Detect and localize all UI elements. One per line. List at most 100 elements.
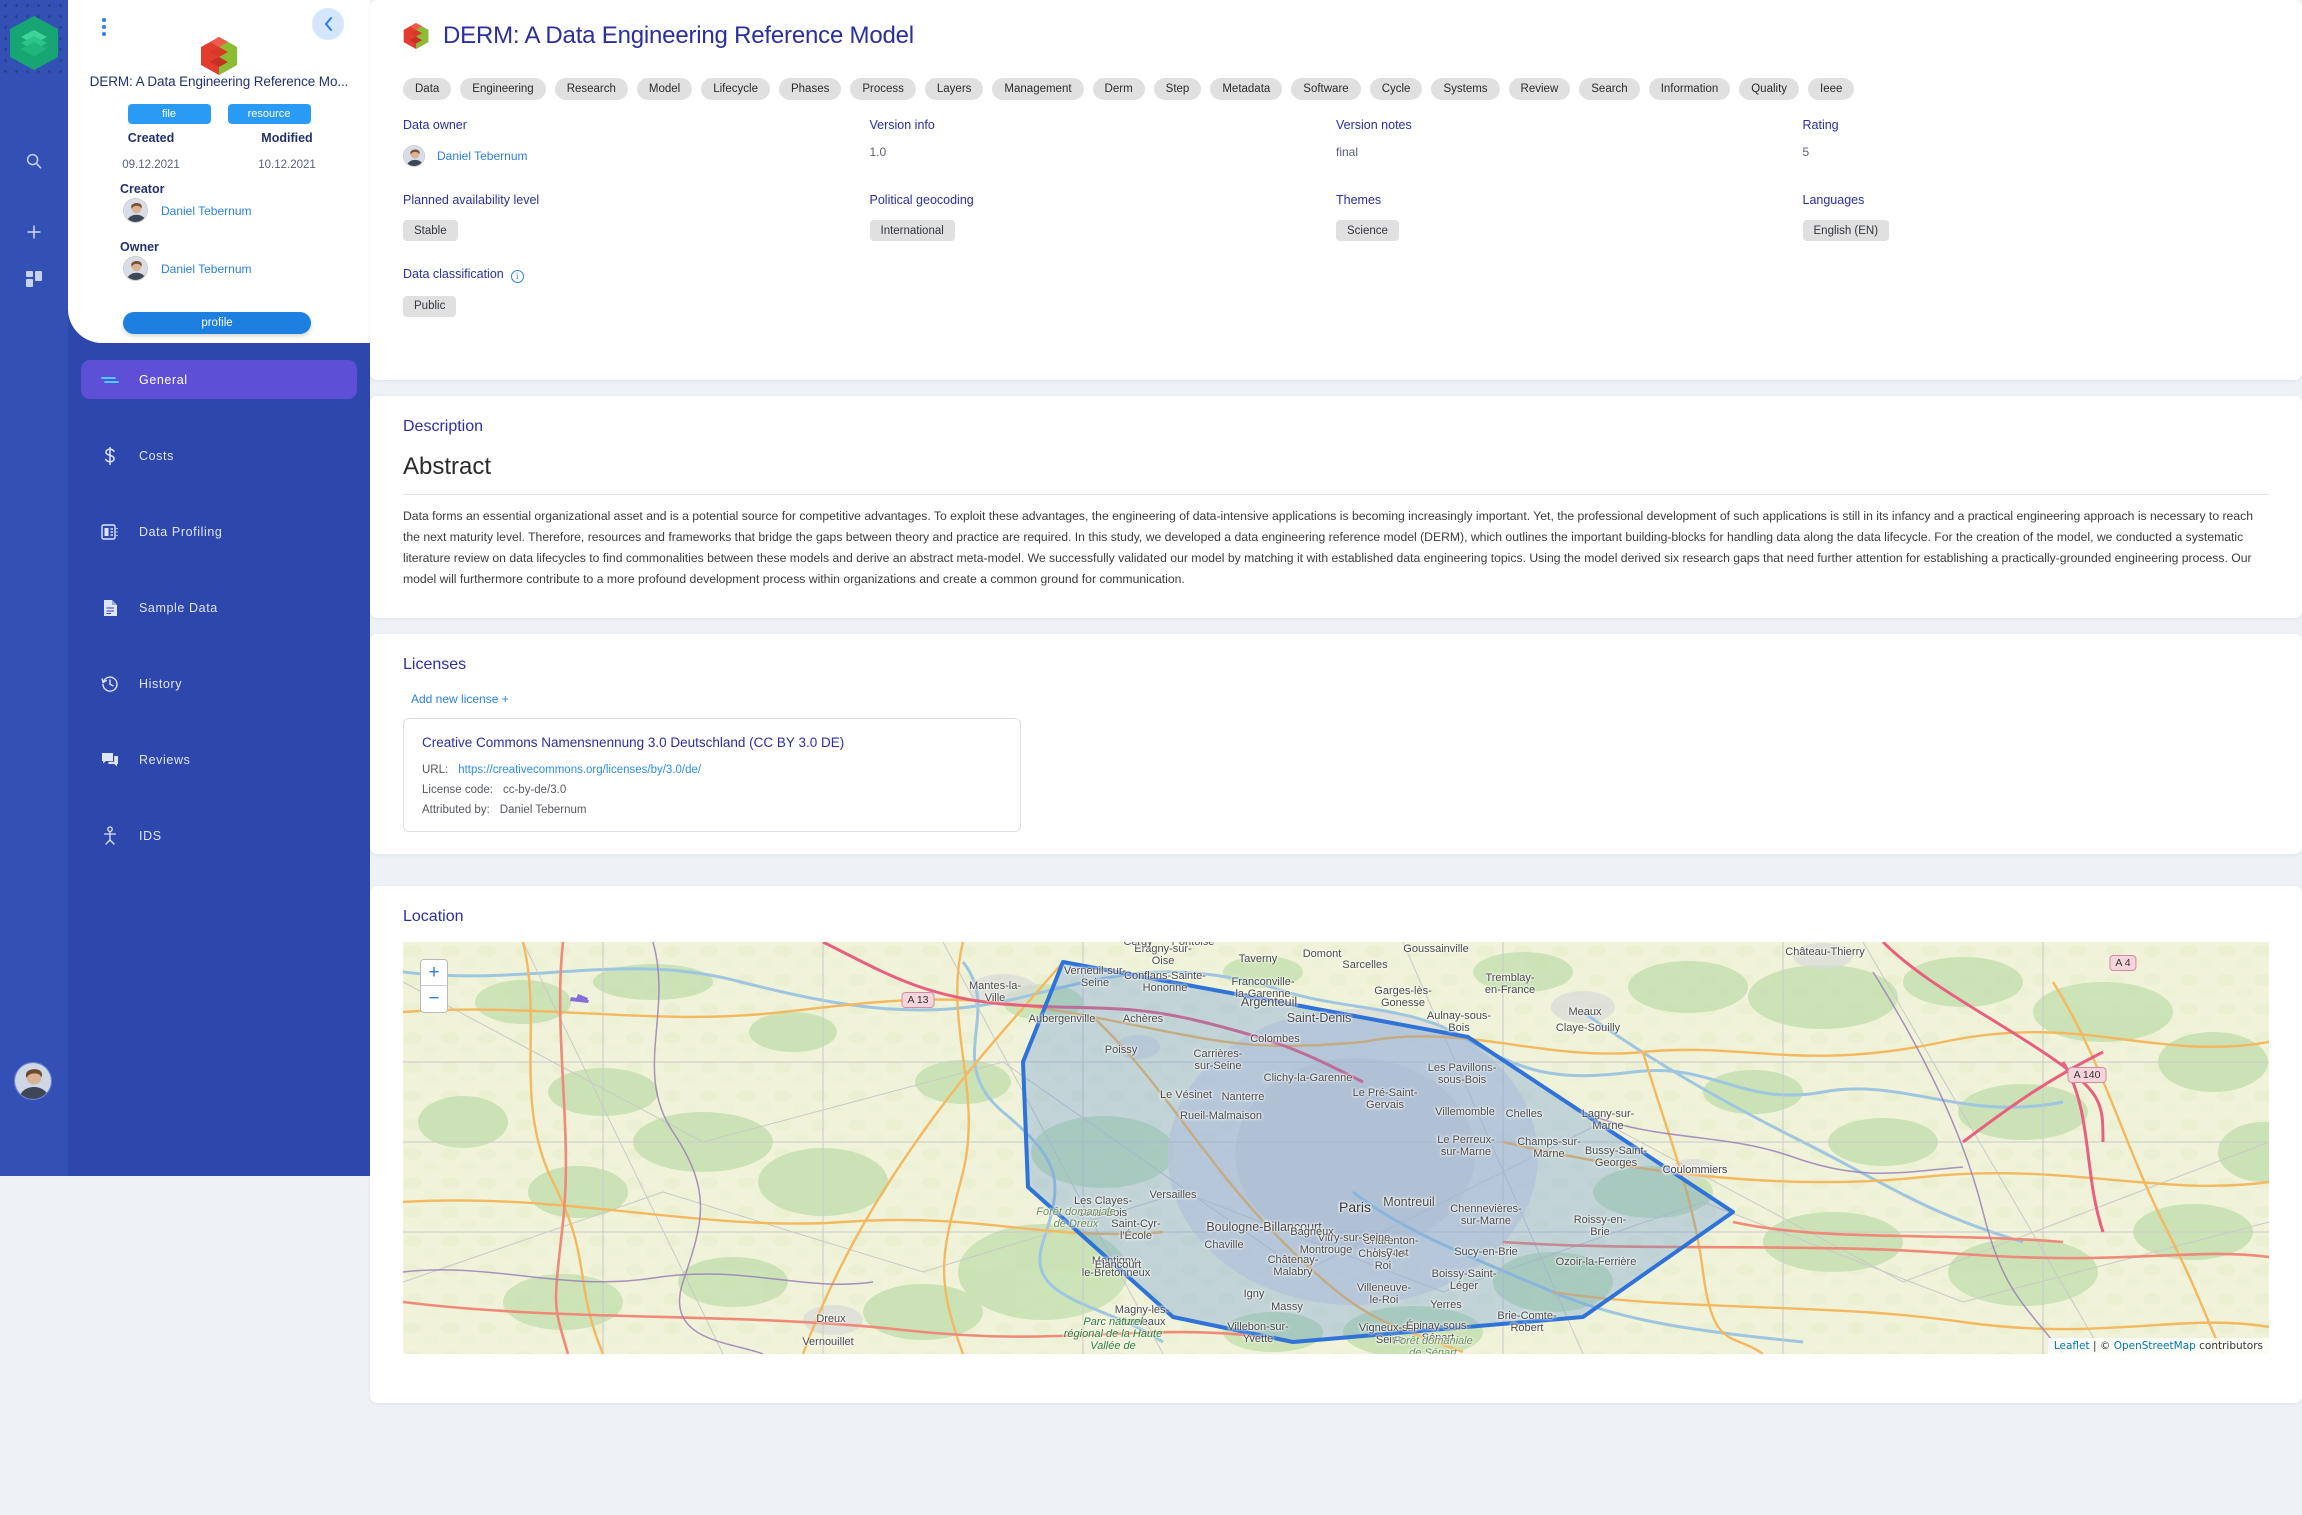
field-version-notes: Version notes final — [1336, 118, 1803, 167]
map-attribution: Leaflet | © OpenStreetMap contributors — [2047, 1338, 2269, 1354]
keyword-chip[interactable]: Data — [403, 78, 452, 100]
sidebar-item-reviews[interactable]: Reviews — [81, 740, 357, 779]
sidebar-item-label: General — [139, 372, 188, 387]
field-rating: Rating 5 — [1803, 118, 2270, 167]
sidebar-item-sample-data[interactable]: Sample Data — [81, 588, 357, 627]
more-options-icon[interactable] — [94, 14, 114, 40]
field-data-classification: Data classification i Public — [403, 267, 870, 317]
field-label: Political geocoding — [869, 193, 974, 207]
derm-cube-logo — [200, 36, 238, 76]
sidebar-item-label: History — [139, 676, 183, 691]
keyword-chip[interactable]: Derm — [1092, 78, 1145, 100]
dashboard-icon[interactable] — [0, 262, 68, 296]
keyword-chip[interactable]: Information — [1648, 78, 1731, 100]
stacked-layers-logo[interactable] — [8, 14, 60, 72]
map-zoom-controls[interactable]: + − — [420, 959, 448, 1013]
avatar — [123, 256, 148, 281]
license-title: Creative Commons Namensnennung 3.0 Deuts… — [422, 735, 845, 750]
keyword-chip[interactable]: Management — [992, 78, 1084, 100]
add-new-license-link[interactable]: Add new license + — [411, 692, 509, 706]
keyword-chip[interactable]: Review — [1508, 78, 1571, 100]
field-planned-availability: Planned availability level Stable — [403, 193, 870, 241]
keyword-chip[interactable]: Search — [1579, 78, 1640, 100]
keyword-chip-list: Data Engineering Research Model Lifecycle Pha… — [403, 78, 2263, 100]
keyword-chip[interactable]: Software — [1291, 78, 1361, 100]
sidebar-item-label: Reviews — [139, 752, 191, 767]
field-value-tag: Stable — [403, 220, 458, 241]
keyword-chip[interactable]: Systems — [1431, 78, 1500, 100]
keyword-chip[interactable]: Process — [850, 78, 916, 100]
map-road-shield: A 140 — [2067, 1067, 2107, 1083]
sidebar-item-ids[interactable]: IDS — [81, 816, 357, 855]
keyword-chip[interactable]: Research — [554, 78, 628, 100]
field-value[interactable]: Daniel Tebernum — [437, 149, 528, 163]
page-title-row: DERM: A Data Engineering Reference Model — [403, 22, 914, 50]
license-url-value[interactable]: https://creativecommons.org/licenses/by/… — [458, 764, 701, 776]
document-icon — [81, 599, 139, 617]
data-owner-person[interactable]: Daniel Tebernum — [403, 145, 870, 167]
keyword-chip[interactable]: Step — [1153, 78, 1202, 100]
map-road-shield: A 13 — [901, 992, 935, 1008]
sidebar-item-history[interactable]: History — [81, 664, 357, 703]
sidebar-item-general[interactable]: General — [81, 360, 357, 399]
menu-lines-icon — [81, 374, 139, 386]
keyword-chip[interactable]: Phases — [778, 78, 842, 100]
modified-block: Modified 10.12.2021 — [247, 131, 327, 171]
field-value-tag: International — [869, 220, 955, 241]
field-label: Rating — [1802, 118, 1839, 132]
sidebar-item-costs[interactable]: Costs — [81, 436, 357, 475]
keyword-chip[interactable]: Model — [636, 78, 693, 100]
pill-resource[interactable]: resource — [227, 104, 311, 124]
keyword-chip[interactable]: Layers — [924, 78, 984, 100]
modified-value: 10.12.2021 — [258, 159, 316, 171]
field-label-text: Data classification — [403, 267, 504, 281]
location-card: Location Paris Saint-Denis Montreuil Bou… — [370, 886, 2302, 1403]
owner-name[interactable]: Daniel Tebernum — [161, 262, 252, 276]
keyword-chip[interactable]: Lifecycle — [701, 78, 770, 100]
license-code-row: License code: cc-by-de/3.0 — [422, 784, 1002, 796]
sidebar-item-data-profiling[interactable]: Data Profiling — [81, 512, 357, 551]
field-data-owner: Data owner Daniel Tebernum — [403, 118, 870, 167]
creator-person[interactable]: Daniel Tebernum — [123, 198, 252, 223]
main-content: DERM: A Data Engineering Reference Model… — [370, 0, 2302, 1515]
derm-cube-logo — [403, 22, 429, 50]
collapse-sidebar-button[interactable] — [312, 8, 344, 40]
license-item: Creative Commons Namensnennung 3.0 Deuts… — [403, 718, 1021, 832]
search-icon[interactable] — [0, 144, 68, 178]
app-root: DERM: A Data Engineering Reference Mo...… — [0, 0, 2302, 1515]
openstreetmap-link[interactable]: OpenStreetMap — [2114, 1340, 2196, 1352]
keyword-chip[interactable]: Ieee — [1808, 78, 1855, 100]
license-code-value: cc-by-de/3.0 — [502, 784, 567, 796]
profile-button[interactable]: profile — [123, 312, 311, 334]
asset-summary-card: DERM: A Data Engineering Reference Mo...… — [68, 0, 370, 343]
license-attributed-value: Daniel Tebernum — [499, 804, 587, 816]
divider — [403, 494, 2269, 495]
created-label: Created — [127, 131, 175, 145]
pill-file[interactable]: file — [127, 104, 211, 124]
keyword-chip[interactable]: Quality — [1739, 78, 1800, 100]
keyword-chip[interactable]: Metadata — [1210, 78, 1283, 100]
sidebar-item-label: Costs — [139, 448, 174, 463]
zoom-out-button[interactable]: − — [421, 986, 447, 1012]
map-tiles — [403, 942, 2269, 1354]
zoom-in-button[interactable]: + — [421, 960, 447, 986]
sidebar-item-label: Sample Data — [139, 600, 218, 615]
attribution-separator: | © — [2089, 1340, 2114, 1352]
section-title: Description — [403, 418, 484, 435]
avatar — [123, 198, 148, 223]
info-icon[interactable]: i — [510, 269, 524, 283]
avatar[interactable] — [14, 1062, 52, 1100]
abstract-heading: Abstract — [403, 453, 492, 480]
owner-person[interactable]: Daniel Tebernum — [123, 256, 252, 281]
leaflet-link[interactable]: Leaflet — [2054, 1340, 2090, 1352]
add-icon[interactable] — [0, 215, 68, 249]
keyword-chip[interactable]: Engineering — [460, 78, 546, 100]
creator-name[interactable]: Daniel Tebernum — [161, 204, 252, 218]
field-value: 5 — [1802, 145, 1810, 159]
creator-label: Creator — [120, 182, 165, 196]
map-canvas[interactable]: Paris Saint-Denis Montreuil Boulogne-Billan… — [403, 942, 2269, 1354]
section-title: Licenses — [403, 656, 467, 673]
field-value: 1.0 — [869, 145, 887, 159]
field-label: Version notes — [1336, 118, 1412, 132]
keyword-chip[interactable]: Cycle — [1369, 78, 1423, 100]
